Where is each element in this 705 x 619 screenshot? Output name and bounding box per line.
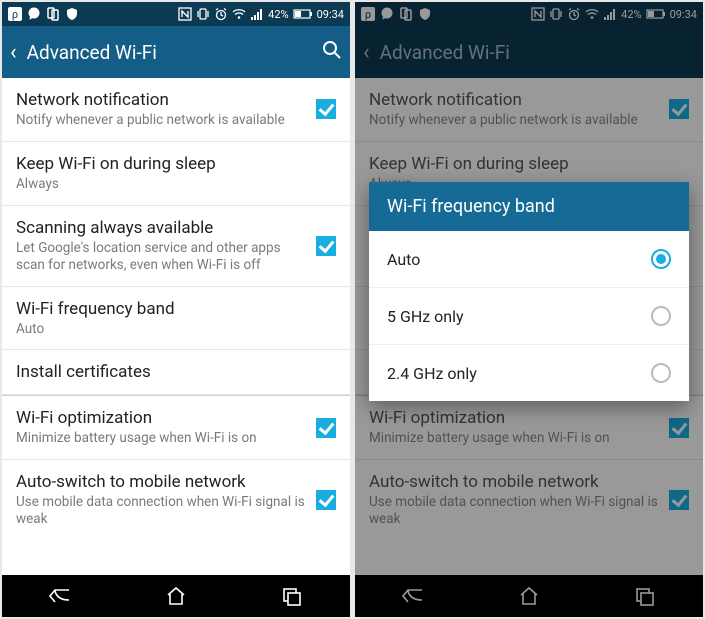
setting-title: Keep Wi-Fi on during sleep — [16, 154, 326, 174]
setting-subtitle: Use mobile data connection when Wi-Fi si… — [16, 494, 306, 528]
page-title: Advanced Wi-Fi — [27, 41, 322, 64]
radio-unselected[interactable] — [651, 363, 671, 383]
setting-subtitle: Auto — [16, 321, 326, 338]
back-icon[interactable]: ‹ — [10, 40, 17, 65]
nav-recent-button[interactable] — [262, 581, 322, 611]
svg-text:ρ: ρ — [12, 8, 18, 21]
dialog-option-5ghz[interactable]: 5 GHz only — [369, 288, 689, 345]
screenshot-left: ρ 42% 09:34 ‹ Advanced Wi-Fi Network not… — [2, 2, 350, 617]
battery-icon — [293, 7, 313, 21]
setting-title: Scanning always available — [16, 218, 306, 238]
alarm-icon — [214, 7, 228, 21]
nav-home-button[interactable] — [146, 581, 206, 611]
setting-install-certificates[interactable]: Install certificates — [2, 350, 350, 395]
vibrate-icon — [196, 7, 210, 21]
dialog-option-24ghz[interactable]: 2.4 GHz only — [369, 345, 689, 401]
option-label: Auto — [387, 250, 651, 269]
setting-subtitle: Always — [16, 176, 326, 193]
signal-icon — [250, 7, 264, 21]
setting-subtitle: Let Google's location service and other … — [16, 240, 306, 274]
setting-auto-switch-mobile[interactable]: Auto-switch to mobile network Use mobile… — [2, 460, 350, 540]
shield-icon — [65, 7, 79, 21]
setting-title: Wi-Fi optimization — [16, 408, 306, 428]
frequency-band-dialog: Wi-Fi frequency band Auto 5 GHz only 2.4… — [369, 182, 689, 401]
setting-subtitle: Notify whenever a public network is avai… — [16, 112, 306, 129]
setting-wifi-optimization[interactable]: Wi-Fi optimization Minimize battery usag… — [2, 396, 350, 460]
dialog-option-auto[interactable]: Auto — [369, 231, 689, 288]
checkbox-checked[interactable] — [316, 99, 336, 119]
setting-title: Install certificates — [16, 362, 326, 382]
radio-selected[interactable] — [651, 249, 671, 269]
option-label: 5 GHz only — [387, 307, 651, 326]
checkbox-checked[interactable] — [316, 236, 336, 256]
setting-title: Wi-Fi frequency band — [16, 299, 326, 319]
dialog-title: Wi-Fi frequency band — [369, 182, 689, 231]
option-label: 2.4 GHz only — [387, 364, 651, 383]
nfc-icon — [178, 7, 192, 21]
search-icon[interactable] — [322, 40, 342, 65]
clock-text: 09:34 — [317, 8, 344, 21]
battery-percent: 42% — [268, 8, 288, 21]
app-badge-icon: ρ — [8, 7, 22, 21]
app-bar: ‹ Advanced Wi-Fi — [2, 26, 350, 78]
phones-icon — [46, 7, 60, 21]
nav-back-button[interactable] — [30, 581, 90, 611]
checkbox-checked[interactable] — [316, 490, 336, 510]
setting-frequency-band[interactable]: Wi-Fi frequency band Auto — [2, 287, 350, 351]
settings-list: Network notification Notify whenever a p… — [2, 78, 350, 575]
messenger-icon — [27, 7, 41, 21]
setting-title: Auto-switch to mobile network — [16, 472, 306, 492]
setting-title: Network notification — [16, 90, 306, 110]
checkbox-checked[interactable] — [316, 418, 336, 438]
modal-scrim[interactable]: Wi-Fi frequency band Auto 5 GHz only 2.4… — [355, 2, 703, 617]
setting-scanning-always[interactable]: Scanning always available Let Google's l… — [2, 206, 350, 287]
wifi-icon — [232, 7, 246, 21]
setting-network-notification[interactable]: Network notification Notify whenever a p… — [2, 78, 350, 142]
setting-subtitle: Minimize battery usage when Wi-Fi is on — [16, 430, 306, 447]
radio-unselected[interactable] — [651, 306, 671, 326]
screenshot-right: ρ 42% 09:34 ‹ Advanced Wi-Fi Network not… — [355, 2, 703, 617]
status-bar: ρ 42% 09:34 — [2, 2, 350, 26]
setting-keep-wifi-sleep[interactable]: Keep Wi-Fi on during sleep Always — [2, 142, 350, 206]
nav-bar — [2, 575, 350, 617]
